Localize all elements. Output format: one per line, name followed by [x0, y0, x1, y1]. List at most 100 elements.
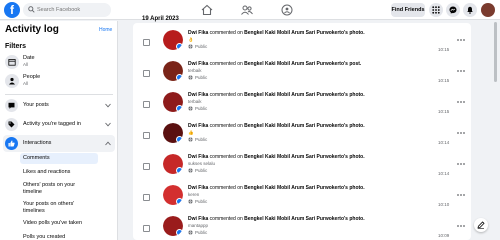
scrollbar-thumb[interactable] [494, 22, 497, 82]
comment-text: sukses selalu [188, 161, 216, 166]
facebook-logo[interactable]: f [4, 2, 20, 18]
more-options-icon[interactable] [457, 193, 465, 197]
more-options-icon[interactable] [457, 100, 465, 104]
home-link[interactable]: Home [99, 27, 112, 33]
more-options-icon[interactable] [457, 162, 465, 166]
find-friends-button[interactable]: Find Friends [391, 3, 425, 17]
action-text: commented on [208, 216, 245, 222]
notifications-button[interactable] [463, 3, 477, 17]
section-label: Your posts [23, 102, 49, 108]
activity-row[interactable]: Dwi Fika commented on Bengkel Kaki Mobil… [133, 151, 471, 182]
globe-icon [188, 137, 193, 142]
activity-description: Dwi Fika commented on Bengkel Kaki Mobil… [188, 92, 428, 98]
actor-name[interactable]: Dwi Fika [188, 123, 208, 129]
filter-people[interactable]: People All [5, 72, 115, 90]
post-thumbnail[interactable] [163, 92, 183, 112]
privacy-label: Public [195, 44, 208, 49]
privacy-label: Public [195, 106, 208, 111]
sub-item-comments[interactable]: Comments [20, 153, 98, 164]
select-checkbox[interactable] [143, 132, 150, 139]
sub-item-video-polls[interactable]: Video polls you've taken [20, 218, 98, 229]
post-thumbnail[interactable] [163, 61, 183, 81]
timestamp: 10:09 [438, 233, 450, 238]
page-title: Activity log [5, 24, 59, 35]
post-thumbnail[interactable] [163, 216, 183, 236]
select-checkbox[interactable] [143, 194, 150, 201]
privacy-label: Public [195, 137, 208, 142]
target-link[interactable]: Bengkel Kaki Mobil Arum Sari Purwokerto'… [244, 61, 361, 67]
activity-description: Dwi Fika commented on Bengkel Kaki Mobil… [188, 216, 428, 222]
calendar-icon [8, 59, 16, 66]
sub-item-polls-created[interactable]: Polls you created [20, 232, 98, 240]
activity-row[interactable]: Dwi Fika commented on Bengkel Kaki Mobil… [133, 89, 471, 120]
privacy-label: Public [195, 199, 208, 204]
more-options-icon[interactable] [457, 224, 465, 228]
filter-date[interactable]: Date All [5, 53, 115, 71]
timestamp: 10:14 [438, 171, 450, 176]
timestamp: 10:14 [438, 140, 450, 145]
activity-row[interactable]: Dwi Fika commented on Bengkel Kaki Mobil… [133, 58, 471, 89]
sub-item-likes-reactions[interactable]: Likes and reactions [20, 167, 98, 178]
comment-text: mantappp [188, 223, 209, 228]
section-tagged-in[interactable]: Activity you're tagged in [3, 116, 115, 133]
target-link[interactable]: Bengkel Kaki Mobil Arum Sari Purwokerto'… [244, 30, 364, 36]
target-link[interactable]: Bengkel Kaki Mobil Arum Sari Purwokerto'… [244, 92, 364, 98]
target-link[interactable]: Bengkel Kaki Mobil Arum Sari Purwokerto'… [244, 216, 364, 222]
target-link[interactable]: Bengkel Kaki Mobil Arum Sari Purwokerto'… [244, 185, 364, 191]
post-thumbnail[interactable] [163, 123, 183, 143]
more-options-icon[interactable] [457, 38, 465, 42]
timestamp: 10:10 [438, 202, 450, 207]
filter-date-value: All [23, 62, 29, 67]
more-options-icon[interactable] [457, 131, 465, 135]
section-interactions[interactable]: Interactions [3, 135, 115, 152]
comment-text: 👍 [188, 130, 194, 135]
actor-name[interactable]: Dwi Fika [188, 154, 208, 160]
profile-avatar[interactable] [481, 3, 495, 17]
actor-name[interactable]: Dwi Fika [188, 61, 208, 67]
actor-name[interactable]: Dwi Fika [188, 30, 208, 36]
globe-icon [188, 75, 193, 80]
new-message-button[interactable] [474, 218, 488, 232]
friends-icon[interactable] [241, 4, 253, 16]
activity-row[interactable]: Dwi Fika commented on Bengkel Kaki Mobil… [133, 213, 471, 240]
timestamp: 10:15 [438, 78, 450, 83]
actor-name[interactable]: Dwi Fika [188, 92, 208, 98]
home-icon[interactable] [201, 4, 213, 16]
actor-name[interactable]: Dwi Fika [188, 185, 208, 191]
post-thumbnail[interactable] [163, 185, 183, 205]
compose-icon [477, 221, 485, 229]
post-thumbnail[interactable] [163, 30, 183, 50]
comment-text: terbaik [188, 68, 202, 73]
post-thumbnail[interactable] [163, 154, 183, 174]
filter-people-value: All [23, 81, 29, 86]
target-link[interactable]: Bengkel Kaki Mobil Arum Sari Purwokerto'… [244, 123, 364, 129]
groups-icon[interactable] [281, 4, 293, 16]
top-navigation-bar: f Find Friends [0, 0, 500, 20]
sub-item-your-posts-others[interactable]: Your posts on others' timelines [20, 199, 98, 217]
privacy-label: Public [195, 230, 208, 235]
activity-description: Dwi Fika commented on Bengkel Kaki Mobil… [188, 154, 428, 160]
activity-row[interactable]: Dwi Fika commented on Bengkel Kaki Mobil… [133, 120, 471, 151]
sub-item-others-posts[interactable]: Others' posts on your timeline [20, 180, 98, 198]
action-text: commented on [208, 185, 245, 191]
comment-badge-icon [176, 43, 183, 50]
menu-button[interactable] [429, 3, 443, 17]
search-input[interactable] [23, 3, 111, 17]
select-checkbox[interactable] [143, 70, 150, 77]
select-checkbox[interactable] [143, 225, 150, 232]
select-checkbox[interactable] [143, 39, 150, 46]
select-checkbox[interactable] [143, 163, 150, 170]
activity-row[interactable]: Dwi Fika commented on Bengkel Kaki Mobil… [133, 182, 471, 213]
person-icon [9, 77, 15, 85]
more-options-icon[interactable] [457, 69, 465, 73]
filters-heading: Filters [5, 43, 27, 50]
action-text: commented on [208, 154, 245, 160]
messenger-button[interactable] [446, 3, 460, 17]
actor-name[interactable]: Dwi Fika [188, 216, 208, 222]
calendar-icon-wrap [5, 55, 19, 69]
select-checkbox[interactable] [143, 101, 150, 108]
comment-badge-icon [176, 167, 183, 174]
section-your-posts[interactable]: Your posts [3, 97, 115, 114]
activity-row[interactable]: Dwi Fika commented on Bengkel Kaki Mobil… [133, 27, 471, 58]
target-link[interactable]: Bengkel Kaki Mobil Arum Sari Purwokerto'… [244, 154, 364, 160]
